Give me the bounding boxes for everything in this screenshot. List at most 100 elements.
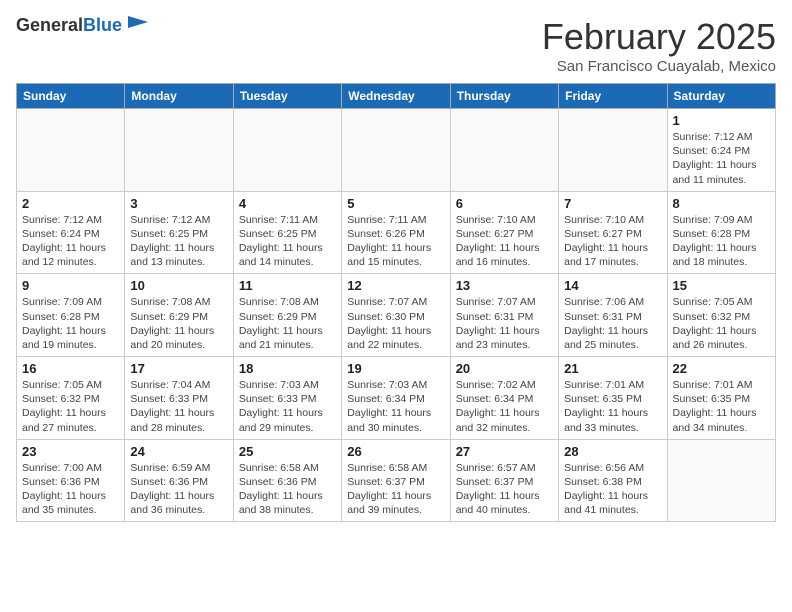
- calendar-cell: 26 Sunrise: 6:58 AM Sunset: 6:37 PM Dayli…: [342, 439, 450, 522]
- day-number: 27: [456, 444, 553, 459]
- day-number: 22: [673, 361, 770, 376]
- logo-text: GeneralBlue: [16, 16, 122, 36]
- calendar-cell: 5 Sunrise: 7:11 AM Sunset: 6:26 PM Daylig…: [342, 191, 450, 274]
- calendar-cell: 10 Sunrise: 7:08 AM Sunset: 6:29 PM Dayli…: [125, 274, 233, 357]
- day-info: Sunrise: 7:03 AM Sunset: 6:33 PM Dayligh…: [239, 378, 336, 435]
- day-number: 10: [130, 278, 227, 293]
- day-number: 5: [347, 196, 444, 211]
- day-number: 14: [564, 278, 661, 293]
- day-info: Sunrise: 7:04 AM Sunset: 6:33 PM Dayligh…: [130, 378, 227, 435]
- day-info: Sunrise: 6:56 AM Sunset: 6:38 PM Dayligh…: [564, 461, 661, 518]
- day-info: Sunrise: 7:10 AM Sunset: 6:27 PM Dayligh…: [564, 213, 661, 270]
- calendar-cell: 21 Sunrise: 7:01 AM Sunset: 6:35 PM Dayli…: [559, 357, 667, 440]
- day-number: 7: [564, 196, 661, 211]
- day-info: Sunrise: 7:12 AM Sunset: 6:24 PM Dayligh…: [22, 213, 119, 270]
- day-info: Sunrise: 7:00 AM Sunset: 6:36 PM Dayligh…: [22, 461, 119, 518]
- calendar-week-2: 9Sunrise: 7:09 AM Sunset: 6:28 PM Daylig…: [17, 274, 776, 357]
- day-number: 26: [347, 444, 444, 459]
- logo-flag-icon: [126, 16, 148, 32]
- calendar-cell: 22 Sunrise: 7:01 AM Sunset: 6:35 PM Dayli…: [667, 357, 775, 440]
- day-number: 3: [130, 196, 227, 211]
- calendar-week-3: 16Sunrise: 7:05 AM Sunset: 6:32 PM Dayli…: [17, 357, 776, 440]
- day-number: 1: [673, 113, 770, 128]
- title-block: February 2025 San Francisco Cuayalab, Me…: [542, 16, 776, 75]
- calendar-cell: 17 Sunrise: 7:04 AM Sunset: 6:33 PM Dayli…: [125, 357, 233, 440]
- calendar-cell: [559, 109, 667, 192]
- logo-blue: Blue: [83, 15, 122, 35]
- day-info: Sunrise: 7:07 AM Sunset: 6:31 PM Dayligh…: [456, 295, 553, 352]
- day-number: 8: [673, 196, 770, 211]
- weekday-tuesday: Tuesday: [233, 84, 341, 109]
- day-number: 28: [564, 444, 661, 459]
- calendar-cell: 7 Sunrise: 7:10 AM Sunset: 6:27 PM Daylig…: [559, 191, 667, 274]
- day-number: 18: [239, 361, 336, 376]
- calendar-cell: 18 Sunrise: 7:03 AM Sunset: 6:33 PM Dayli…: [233, 357, 341, 440]
- day-info: Sunrise: 7:09 AM Sunset: 6:28 PM Dayligh…: [22, 295, 119, 352]
- calendar-cell: 16Sunrise: 7:05 AM Sunset: 6:32 PM Dayli…: [17, 357, 125, 440]
- day-number: 23: [22, 444, 119, 459]
- day-info: Sunrise: 6:58 AM Sunset: 6:37 PM Dayligh…: [347, 461, 444, 518]
- weekday-saturday: Saturday: [667, 84, 775, 109]
- calendar-cell: 24 Sunrise: 6:59 AM Sunset: 6:36 PM Dayli…: [125, 439, 233, 522]
- day-number: 25: [239, 444, 336, 459]
- day-info: Sunrise: 7:02 AM Sunset: 6:34 PM Dayligh…: [456, 378, 553, 435]
- day-info: Sunrise: 7:09 AM Sunset: 6:28 PM Dayligh…: [673, 213, 770, 270]
- day-info: Sunrise: 7:08 AM Sunset: 6:29 PM Dayligh…: [239, 295, 336, 352]
- day-number: 20: [456, 361, 553, 376]
- day-number: 19: [347, 361, 444, 376]
- day-info: Sunrise: 7:06 AM Sunset: 6:31 PM Dayligh…: [564, 295, 661, 352]
- day-number: 17: [130, 361, 227, 376]
- calendar-cell: [450, 109, 558, 192]
- calendar-cell: 14 Sunrise: 7:06 AM Sunset: 6:31 PM Dayli…: [559, 274, 667, 357]
- day-info: Sunrise: 7:01 AM Sunset: 6:35 PM Dayligh…: [673, 378, 770, 435]
- calendar-cell: 4 Sunrise: 7:11 AM Sunset: 6:25 PM Daylig…: [233, 191, 341, 274]
- calendar-cell: 23 Sunrise: 7:00 AM Sunset: 6:36 PM Dayli…: [17, 439, 125, 522]
- calendar-cell: [125, 109, 233, 192]
- day-info: Sunrise: 7:11 AM Sunset: 6:26 PM Dayligh…: [347, 213, 444, 270]
- day-number: 15: [673, 278, 770, 293]
- day-number: 12: [347, 278, 444, 293]
- logo-general: General: [16, 15, 83, 35]
- day-number: 11: [239, 278, 336, 293]
- day-info: Sunrise: 7:07 AM Sunset: 6:30 PM Dayligh…: [347, 295, 444, 352]
- page-header: GeneralBlue February 2025 San Francisco …: [16, 16, 776, 75]
- day-info: Sunrise: 7:12 AM Sunset: 6:25 PM Dayligh…: [130, 213, 227, 270]
- calendar-cell: [667, 439, 775, 522]
- logo: GeneralBlue: [16, 16, 148, 36]
- day-number: 24: [130, 444, 227, 459]
- calendar-cell: 11 Sunrise: 7:08 AM Sunset: 6:29 PM Dayli…: [233, 274, 341, 357]
- day-info: Sunrise: 7:01 AM Sunset: 6:35 PM Dayligh…: [564, 378, 661, 435]
- calendar-cell: 2 Sunrise: 7:12 AM Sunset: 6:24 PM Daylig…: [17, 191, 125, 274]
- day-info: Sunrise: 7:10 AM Sunset: 6:27 PM Dayligh…: [456, 213, 553, 270]
- day-info: Sunrise: 7:08 AM Sunset: 6:29 PM Dayligh…: [130, 295, 227, 352]
- day-number: 2: [22, 196, 119, 211]
- weekday-header-row: SundayMondayTuesdayWednesdayThursdayFrid…: [17, 84, 776, 109]
- location: San Francisco Cuayalab, Mexico: [542, 58, 776, 75]
- calendar-week-0: 1 Sunrise: 7:12 AM Sunset: 6:24 PM Daylig…: [17, 109, 776, 192]
- calendar-cell: [17, 109, 125, 192]
- calendar-cell: 3 Sunrise: 7:12 AM Sunset: 6:25 PM Daylig…: [125, 191, 233, 274]
- calendar-cell: 1 Sunrise: 7:12 AM Sunset: 6:24 PM Daylig…: [667, 109, 775, 192]
- calendar-cell: [342, 109, 450, 192]
- calendar-week-1: 2 Sunrise: 7:12 AM Sunset: 6:24 PM Daylig…: [17, 191, 776, 274]
- calendar-cell: 6 Sunrise: 7:10 AM Sunset: 6:27 PM Daylig…: [450, 191, 558, 274]
- weekday-monday: Monday: [125, 84, 233, 109]
- day-number: 6: [456, 196, 553, 211]
- day-info: Sunrise: 7:12 AM Sunset: 6:24 PM Dayligh…: [673, 130, 770, 187]
- weekday-friday: Friday: [559, 84, 667, 109]
- day-number: 21: [564, 361, 661, 376]
- calendar-cell: 19 Sunrise: 7:03 AM Sunset: 6:34 PM Dayli…: [342, 357, 450, 440]
- weekday-sunday: Sunday: [17, 84, 125, 109]
- day-info: Sunrise: 7:05 AM Sunset: 6:32 PM Dayligh…: [22, 378, 119, 435]
- calendar-cell: 8 Sunrise: 7:09 AM Sunset: 6:28 PM Daylig…: [667, 191, 775, 274]
- month-title: February 2025: [542, 16, 776, 58]
- day-info: Sunrise: 7:11 AM Sunset: 6:25 PM Dayligh…: [239, 213, 336, 270]
- calendar-cell: 28 Sunrise: 6:56 AM Sunset: 6:38 PM Dayli…: [559, 439, 667, 522]
- calendar-cell: 9Sunrise: 7:09 AM Sunset: 6:28 PM Daylig…: [17, 274, 125, 357]
- day-info: Sunrise: 6:59 AM Sunset: 6:36 PM Dayligh…: [130, 461, 227, 518]
- calendar-table: SundayMondayTuesdayWednesdayThursdayFrid…: [16, 83, 776, 522]
- day-number: 4: [239, 196, 336, 211]
- calendar-cell: 15Sunrise: 7:05 AM Sunset: 6:32 PM Dayli…: [667, 274, 775, 357]
- day-info: Sunrise: 6:58 AM Sunset: 6:36 PM Dayligh…: [239, 461, 336, 518]
- day-info: Sunrise: 7:03 AM Sunset: 6:34 PM Dayligh…: [347, 378, 444, 435]
